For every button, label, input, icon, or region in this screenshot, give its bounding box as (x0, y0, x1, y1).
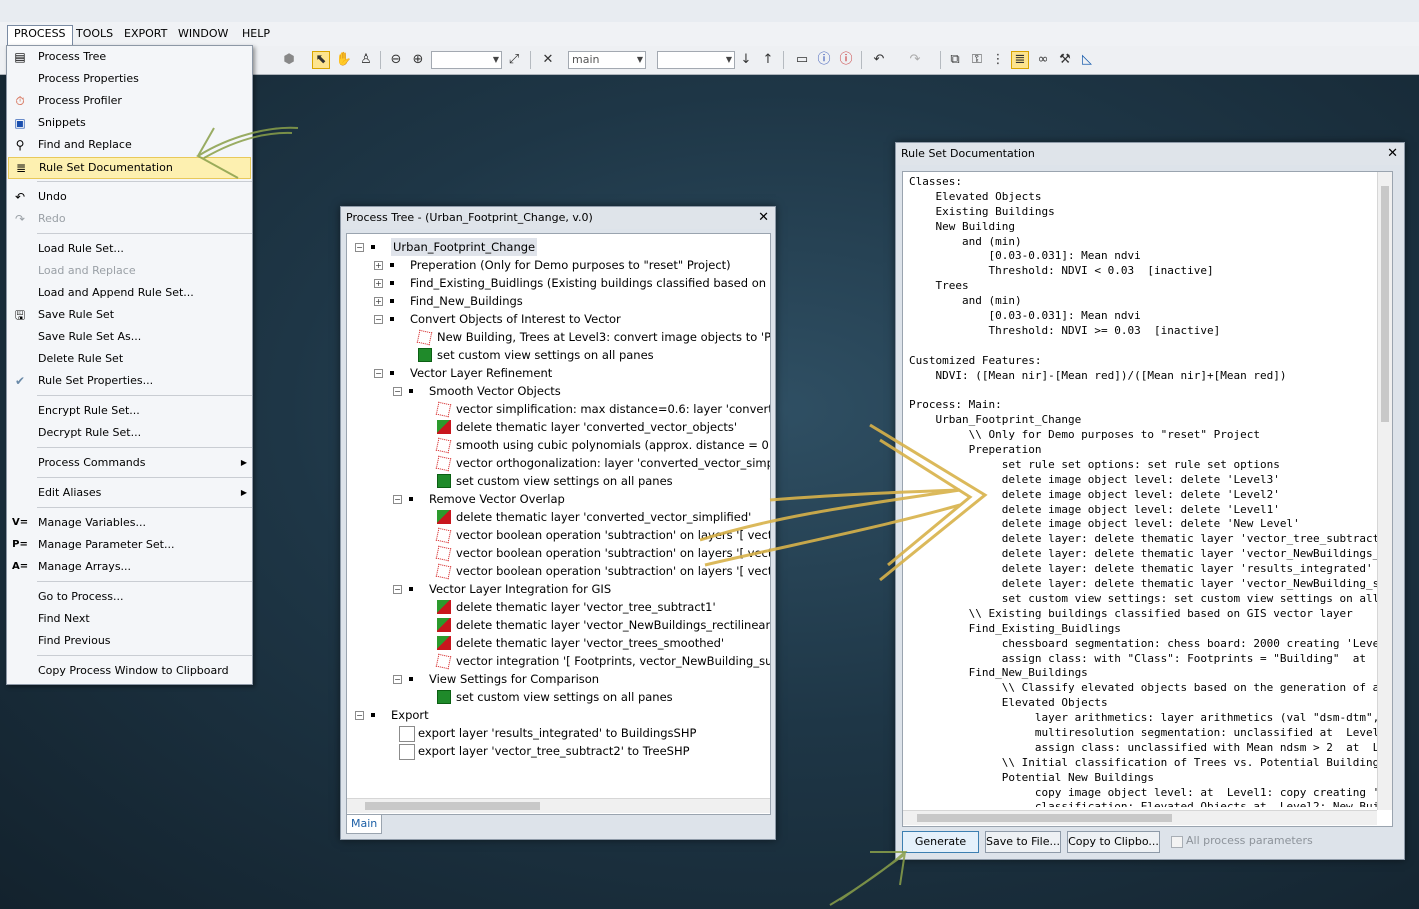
green-arrow-menu (196, 126, 299, 179)
green-arrow-generate (829, 851, 908, 906)
yellow-arrow (699, 423, 988, 582)
annotation-arrows (196, 126, 988, 906)
